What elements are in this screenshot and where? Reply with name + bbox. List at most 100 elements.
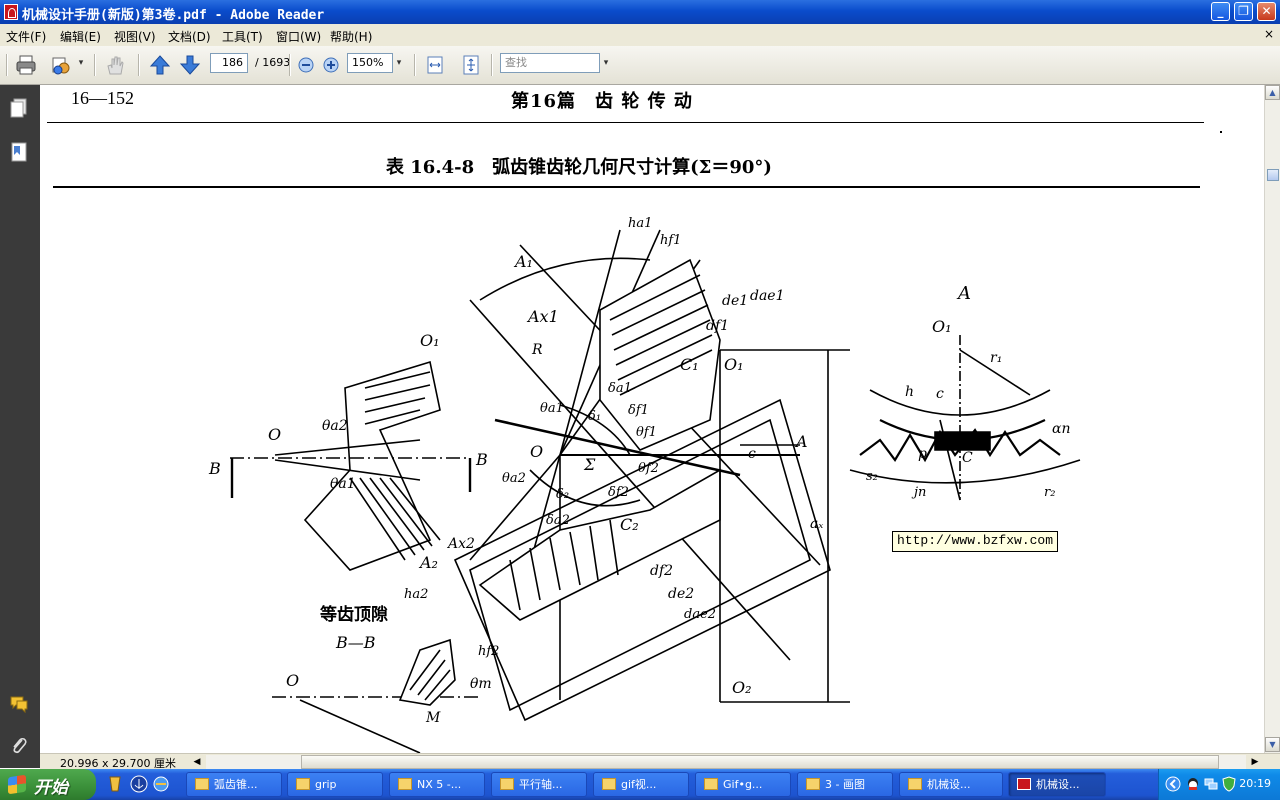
taskbar-item[interactable]: 机械设... [899,772,1003,797]
nx-icon [398,778,412,790]
menu-document[interactable]: 文档(D) [168,28,211,45]
close-button[interactable]: ✕ [1257,2,1276,21]
taskbar-item[interactable]: Gif•g... [695,772,791,797]
label-o1-left: O₁ [420,331,440,350]
security-shield-icon[interactable] [1221,776,1237,792]
label-c2: C₂ [620,515,639,534]
task-label: NX 5 -... [417,778,462,791]
label-delta2: δ₂ [556,487,569,502]
label-delta-a2: δa2 [546,513,570,528]
collaborate-icon[interactable] [50,54,72,76]
quicklaunch-anchor-icon[interactable] [130,775,148,793]
label-theta-m: θm [470,676,492,692]
label-jn: jn [911,485,926,500]
task-label: Gif•g... [723,778,763,791]
menu-file[interactable]: 文件(F) [6,28,46,45]
label-detail-a: A [956,283,971,304]
adobe-reader-icon [4,4,18,20]
label-ha2: ha2 [404,587,428,602]
scroll-left-button[interactable]: ◀ [190,755,204,769]
window-icon [195,778,209,790]
label-r1: r₁ [990,350,1002,366]
label-c-detail: c [936,386,944,402]
quicklaunch-app-icon[interactable] [106,775,124,793]
page-number-input[interactable]: 186 [210,53,248,73]
zoom-in-icon[interactable] [322,56,340,74]
menu-help[interactable]: 帮助(H) [330,28,372,45]
fit-width-icon[interactable] [424,54,446,76]
label-hf2: hf2 [478,644,499,659]
network-icon[interactable] [1203,776,1219,792]
pages-panel-icon[interactable] [9,97,29,119]
taskbar-item[interactable]: 3 - 画图 [797,772,893,797]
quicklaunch-browser-icon[interactable] [152,775,170,793]
label-ax: aₓ [810,516,823,532]
task-label: gif视... [621,778,657,791]
vertical-scrollbar[interactable]: ▲ ▼ [1264,85,1280,753]
hand-tool-icon[interactable] [104,54,126,76]
horizontal-scroll-thumb[interactable] [301,755,1219,769]
label-equal-clearance: 等齿顶隙 [320,604,388,625]
bookmarks-panel-icon[interactable] [9,141,29,163]
label-o1-center: O₁ [724,355,744,374]
label-dae1: dae1 [750,288,785,304]
scroll-up-button[interactable]: ▲ [1265,85,1280,100]
task-label: 弧齿锥... [214,778,258,791]
print-icon[interactable] [15,54,37,76]
label-de2: de2 [668,586,694,602]
find-dropdown-icon[interactable]: ▾ [599,53,613,73]
toolbar-separator [289,54,291,76]
window-title: 机械设计手册(新版)第3卷.pdf - Adobe Reader [22,8,325,23]
menu-window[interactable]: 窗口(W) [276,28,321,45]
tray-expand-icon[interactable] [1165,776,1181,792]
folder-icon [296,778,310,790]
taskbar-item[interactable]: 平行轴... [491,772,587,797]
system-tray: 20:19 [1158,769,1280,800]
folder-icon [500,778,514,790]
horizontal-scrollbar[interactable] [206,755,1246,769]
vertical-scroll-thumb[interactable] [1267,169,1279,181]
previous-page-icon[interactable] [149,54,171,76]
bevel-gear-drawing: A O₁ O B B θa2 θa1 A₁ Ax1 R ha1 hf1 dae1… [208,216,1081,753]
scroll-down-button[interactable]: ▼ [1265,737,1280,752]
zoom-dropdown-icon[interactable]: ▾ [392,53,406,73]
document-close-icon[interactable]: × [1264,27,1274,41]
start-button[interactable]: 开始 [0,769,96,800]
task-label: 平行轴... [519,778,563,791]
label-b-left: B [208,459,221,478]
folder-icon [602,778,616,790]
gif-app-icon [704,778,718,790]
taskbar-item[interactable]: gif视... [593,772,689,797]
label-o1-detail: O₁ [932,317,952,336]
find-input[interactable]: 查找 [500,53,600,73]
label-a2: A₂ [418,553,438,572]
taskbar-item[interactable]: grip [287,772,383,797]
label-delta1: δ₁ [588,409,601,424]
menu-edit[interactable]: 编辑(E) [60,28,101,45]
fit-page-icon[interactable] [460,54,482,76]
taskbar-item[interactable]: NX 5 -... [389,772,485,797]
label-s2: s₂ [866,469,878,484]
collaborate-dropdown-icon[interactable]: ▾ [74,53,88,73]
document-page[interactable]: 16—152 第16篇 齿 轮 传 动 表 16.4-8 弧齿锥齿轮几何尺寸计算… [41,85,1264,753]
next-page-icon[interactable] [179,54,201,76]
adobe-reader-icon [1017,778,1031,790]
label-b-right: B [475,450,488,469]
menu-view[interactable]: 视图(V) [114,28,156,45]
comments-panel-icon[interactable] [9,693,29,715]
task-label: 机械设... [927,778,971,791]
minimize-button[interactable]: _ [1211,2,1230,21]
label-df2: df2 [650,563,673,579]
menu-tools[interactable]: 工具(T) [222,28,263,45]
qq-icon[interactable] [1185,776,1201,792]
zoom-level-select[interactable]: 150% [347,53,393,73]
title-bar[interactable]: 机械设计手册(新版)第3卷.pdf - Adobe Reader _ ❐ ✕ [0,0,1280,24]
label-dae2: dae2 [684,607,716,622]
taskbar-item[interactable]: 弧齿锥... [186,772,282,797]
taskbar-item-active[interactable]: 机械设... [1008,772,1106,797]
scroll-right-button[interactable]: ▶ [1248,755,1262,769]
attachments-panel-icon[interactable] [9,735,29,757]
label-r: R [531,342,543,358]
zoom-out-icon[interactable] [297,56,315,74]
maximize-button[interactable]: ❐ [1234,2,1253,21]
